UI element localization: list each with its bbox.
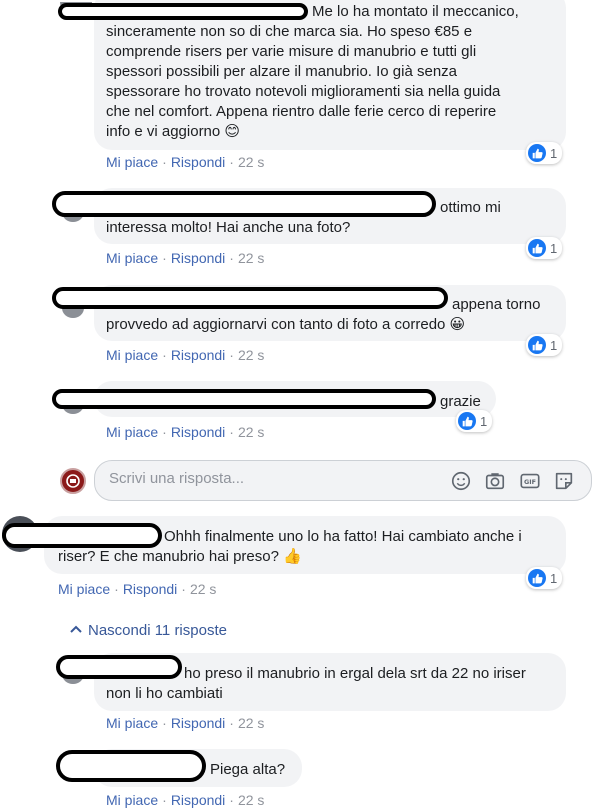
comment-text-line: ottimo mi bbox=[440, 199, 501, 216]
reply-link[interactable]: Rispondi bbox=[171, 154, 225, 170]
reply-link[interactable]: Rispondi bbox=[171, 347, 225, 363]
like-link[interactable]: Mi piace bbox=[106, 715, 158, 731]
comment-text-line: grazie bbox=[440, 393, 481, 410]
comment-text-line: sinceramente non so di che marca sia. Ho… bbox=[106, 23, 473, 40]
like-link[interactable]: Mi piace bbox=[106, 154, 158, 170]
timestamp[interactable]: 22 s bbox=[190, 581, 216, 597]
redacted-name bbox=[56, 750, 206, 782]
comment-text-line: interessa molto! Hai anche una foto? bbox=[106, 219, 351, 236]
chevron-up-icon bbox=[70, 625, 82, 633]
sticker-icon[interactable] bbox=[553, 470, 575, 492]
redacted-name bbox=[2, 523, 162, 548]
like-icon bbox=[458, 412, 476, 430]
reply-input[interactable] bbox=[109, 470, 409, 487]
comment-text-line: provvedo ad aggiornarvi con tanto di fot… bbox=[106, 316, 466, 333]
reaction-count[interactable]: 1 bbox=[526, 237, 563, 259]
timestamp[interactable]: 22 s bbox=[238, 250, 264, 266]
redacted-name bbox=[52, 389, 436, 409]
hide-replies-label: Nascondi 11 risposte bbox=[88, 622, 227, 639]
gif-icon[interactable]: GIF bbox=[519, 470, 541, 492]
reaction-count[interactable]: 1 bbox=[526, 334, 563, 356]
hide-replies-link[interactable]: Nascondi 11 risposte bbox=[70, 622, 227, 639]
reply-link[interactable]: Rispondi bbox=[171, 792, 225, 808]
comment-text-line: riser? E che manubrio hai preso? 👍 bbox=[58, 548, 302, 565]
emoji-icon[interactable] bbox=[450, 470, 472, 492]
reaction-number: 1 bbox=[550, 337, 558, 353]
comment-actions: Mi piace · Rispondi · 22 s bbox=[106, 424, 265, 440]
like-icon bbox=[528, 569, 546, 587]
comment-text-line: che nel comfort. Appena rientro dalle fe… bbox=[106, 103, 497, 120]
reaction-count[interactable]: 1 bbox=[526, 142, 563, 164]
reply-link[interactable]: Rispondi bbox=[171, 250, 225, 266]
reaction-number: 1 bbox=[550, 145, 558, 161]
comment-actions: Mi piace · Rispondi · 22 s bbox=[58, 581, 217, 597]
reply-input-box[interactable]: GIF bbox=[94, 460, 592, 501]
comment-text-line: Me lo ha montato il meccanico, bbox=[312, 3, 519, 20]
timestamp[interactable]: 22 s bbox=[238, 424, 264, 440]
reaction-count[interactable]: 1 bbox=[526, 567, 563, 589]
timestamp[interactable]: 22 s bbox=[238, 792, 264, 808]
like-icon bbox=[528, 239, 546, 257]
reaction-number: 1 bbox=[550, 570, 558, 586]
reply-link[interactable]: Rispondi bbox=[123, 581, 177, 597]
comment-text-line: info e vi aggiorno 😊 bbox=[106, 123, 241, 140]
comment-actions: Mi piace · Rispondi · 22 s bbox=[106, 715, 265, 731]
redacted-name bbox=[58, 3, 308, 20]
redacted-name bbox=[52, 287, 448, 309]
like-link[interactable]: Mi piace bbox=[106, 250, 158, 266]
like-icon bbox=[528, 144, 546, 162]
comment-text-line: Ohhh finalmente uno lo ha fatto! Hai cam… bbox=[164, 528, 522, 545]
svg-text:GIF: GIF bbox=[524, 478, 536, 486]
redacted-name bbox=[56, 655, 182, 679]
reaction-number: 1 bbox=[480, 413, 488, 429]
like-link[interactable]: Mi piace bbox=[106, 792, 158, 808]
like-link[interactable]: Mi piace bbox=[106, 424, 158, 440]
timestamp[interactable]: 22 s bbox=[238, 347, 264, 363]
reaction-count[interactable]: 1 bbox=[456, 410, 493, 432]
comment-actions: Mi piace · Rispondi · 22 s bbox=[106, 792, 265, 808]
timestamp[interactable]: 22 s bbox=[238, 715, 264, 731]
comment-text-line: ho preso il manubrio in ergal dela srt d… bbox=[184, 665, 526, 682]
comment-text-line: Piega alta? bbox=[210, 761, 286, 778]
comment-text-line: appena torno bbox=[452, 296, 541, 313]
redacted-name bbox=[52, 191, 436, 217]
comment-actions: Mi piace · Rispondi · 22 s bbox=[106, 154, 265, 170]
comment-text-line: spessorare ho trovato notevoli miglioram… bbox=[106, 83, 501, 100]
comment-text-line: comprende risers per varie misure di man… bbox=[106, 43, 477, 60]
reaction-number: 1 bbox=[550, 240, 558, 256]
like-link[interactable]: Mi piace bbox=[58, 581, 110, 597]
camera-icon[interactable] bbox=[484, 470, 506, 492]
timestamp[interactable]: 22 s bbox=[238, 154, 264, 170]
like-link[interactable]: Mi piace bbox=[106, 347, 158, 363]
current-user-avatar[interactable] bbox=[60, 468, 86, 494]
logo-icon bbox=[66, 474, 80, 488]
comment-text-line: spessori possibili per alzare il manubri… bbox=[106, 63, 458, 80]
comment-actions: Mi piace · Rispondi · 22 s bbox=[106, 250, 265, 266]
comment-actions: Mi piace · Rispondi · 22 s bbox=[106, 347, 265, 363]
like-icon bbox=[528, 336, 546, 354]
reply-link[interactable]: Rispondi bbox=[171, 424, 225, 440]
reply-link[interactable]: Rispondi bbox=[171, 715, 225, 731]
comment-text-line: non li ho cambiati bbox=[106, 685, 223, 702]
